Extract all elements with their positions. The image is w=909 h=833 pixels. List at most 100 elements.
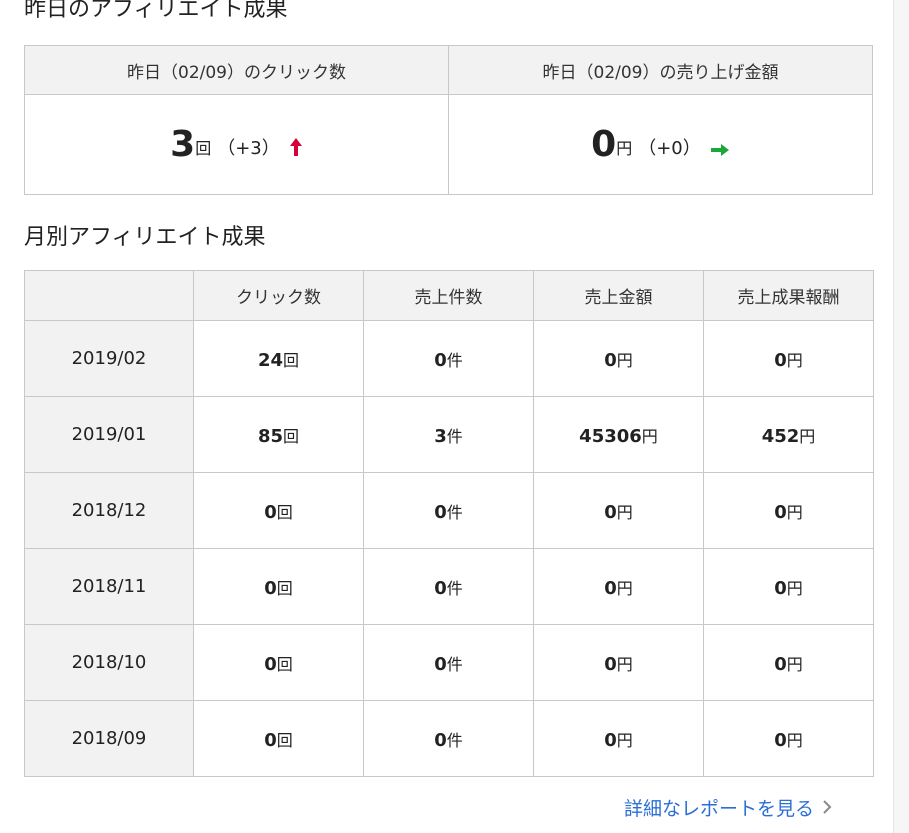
row-count-unit: 件: [446, 730, 463, 750]
row-amount: 0円: [533, 472, 704, 549]
monthly-header-reward: 売上成果報酬: [703, 270, 874, 321]
row-reward-unit: 円: [786, 502, 803, 522]
row-clicks-unit: 回: [276, 578, 293, 598]
row-clicks: 0回: [193, 472, 364, 549]
row-month: 2019/01: [24, 396, 194, 473]
yesterday-clicks-unit: 回: [195, 139, 212, 158]
row-clicks-value: 0: [264, 501, 277, 523]
row-count: 0件: [363, 700, 534, 777]
row-count-value: 0: [434, 653, 447, 675]
row-count-value: 0: [434, 501, 447, 523]
row-amount-unit: 円: [616, 350, 633, 370]
row-reward-unit: 円: [786, 350, 803, 370]
row-count-value: 0: [434, 729, 447, 751]
row-clicks-unit: 回: [276, 502, 293, 522]
row-reward: 0円: [703, 624, 874, 701]
row-amount-value: 0: [604, 653, 617, 675]
yesterday-clicks-header: 昨日（02/09）のクリック数: [24, 45, 449, 95]
row-clicks-unit: 回: [276, 730, 293, 750]
row-amount-unit: 円: [616, 502, 633, 522]
row-amount: 0円: [533, 624, 704, 701]
row-clicks: 85回: [193, 396, 364, 473]
row-reward-unit: 円: [799, 426, 816, 446]
affiliate-results-page: 昨日のアフィリエイト成果 昨日（02/09）のクリック数 昨日（02/09）の売…: [0, 0, 909, 833]
yesterday-sales-cell: 0円 （+0）: [448, 94, 873, 195]
row-month: 2019/02: [24, 320, 194, 397]
row-clicks-unit: 回: [283, 426, 300, 446]
yesterday-clicks-diff: （+3）: [217, 138, 280, 159]
monthly-header-clicks: クリック数: [193, 270, 364, 321]
yesterday-sales-diff: （+0）: [638, 138, 701, 159]
row-reward: 0円: [703, 548, 874, 625]
monthly-results-table: クリック数 売上件数 売上金額 売上成果報酬 2019/02 24回 0件 0円…: [24, 270, 874, 777]
yesterday-results-table: 昨日（02/09）のクリック数 昨日（02/09）の売り上げ金額 3回 （+3） …: [24, 45, 873, 195]
row-amount-value: 45306: [579, 425, 642, 447]
row-amount-value: 0: [604, 349, 617, 371]
row-month: 2018/11: [24, 548, 194, 625]
table-row: 2018/09 0回 0件 0円 0円: [24, 700, 874, 777]
row-reward-value: 0: [774, 501, 787, 523]
row-count-unit: 件: [446, 502, 463, 522]
row-reward: 0円: [703, 700, 874, 777]
row-reward-value: 0: [774, 349, 787, 371]
scrollbar-track[interactable]: [894, 0, 909, 833]
row-clicks-value: 85: [257, 425, 284, 447]
table-row: 2019/02 24回 0件 0円 0円: [24, 320, 874, 397]
row-count-unit: 件: [446, 426, 463, 446]
row-count: 0件: [363, 472, 534, 549]
row-count: 0件: [363, 548, 534, 625]
table-row: 2018/12 0回 0件 0円 0円: [24, 472, 874, 549]
yesterday-clicks-value: 3: [170, 124, 196, 165]
row-count: 3件: [363, 396, 534, 473]
row-amount-value: 0: [604, 577, 617, 599]
row-count-unit: 件: [446, 578, 463, 598]
row-amount-value: 0: [604, 729, 617, 751]
row-clicks-value: 24: [257, 349, 284, 371]
yesterday-sales-value: 0: [591, 124, 617, 165]
row-reward-unit: 円: [786, 578, 803, 598]
row-reward-value: 0: [774, 729, 787, 751]
row-reward-value: 0: [774, 577, 787, 599]
row-clicks-value: 0: [264, 653, 277, 675]
monthly-section-title: 月別アフィリエイト成果: [24, 225, 266, 250]
row-clicks: 0回: [193, 548, 364, 625]
row-amount: 45306円: [533, 396, 704, 473]
monthly-header-blank: [24, 270, 194, 321]
row-amount-unit: 円: [641, 426, 658, 446]
row-clicks-unit: 回: [283, 350, 300, 370]
row-count-value: 0: [434, 577, 447, 599]
detail-report-link[interactable]: 詳細なレポートを見る: [624, 794, 832, 823]
row-reward-unit: 円: [786, 730, 803, 750]
arrow-right-icon: [710, 142, 730, 161]
row-clicks-value: 0: [264, 729, 277, 751]
row-count-unit: 件: [446, 654, 463, 674]
row-month: 2018/10: [24, 624, 194, 701]
yesterday-sales-header: 昨日（02/09）の売り上げ金額: [448, 45, 873, 95]
row-reward-value: 452: [761, 425, 800, 447]
row-clicks-value: 0: [264, 577, 277, 599]
monthly-header-row: クリック数 売上件数 売上金額 売上成果報酬: [24, 270, 874, 321]
row-reward-unit: 円: [786, 654, 803, 674]
chevron-right-icon: [822, 794, 832, 822]
row-count: 0件: [363, 624, 534, 701]
row-amount-value: 0: [604, 501, 617, 523]
row-amount: 0円: [533, 548, 704, 625]
yesterday-sales-unit: 円: [616, 139, 633, 158]
row-reward: 0円: [703, 320, 874, 397]
yesterday-clicks-cell: 3回 （+3）: [24, 94, 449, 195]
row-clicks: 0回: [193, 624, 364, 701]
row-count-value: 0: [434, 349, 447, 371]
table-row: 2018/10 0回 0件 0円 0円: [24, 624, 874, 701]
row-count-unit: 件: [446, 350, 463, 370]
detail-report-label: 詳細なレポートを見る: [624, 798, 815, 820]
row-clicks: 0回: [193, 700, 364, 777]
monthly-header-count: 売上件数: [363, 270, 534, 321]
row-amount-unit: 円: [616, 654, 633, 674]
row-month: 2018/09: [24, 700, 194, 777]
row-month: 2018/12: [24, 472, 194, 549]
row-amount: 0円: [533, 700, 704, 777]
row-count: 0件: [363, 320, 534, 397]
row-reward-value: 0: [774, 653, 787, 675]
row-count-value: 3: [434, 425, 447, 447]
arrow-up-icon: [289, 137, 303, 161]
